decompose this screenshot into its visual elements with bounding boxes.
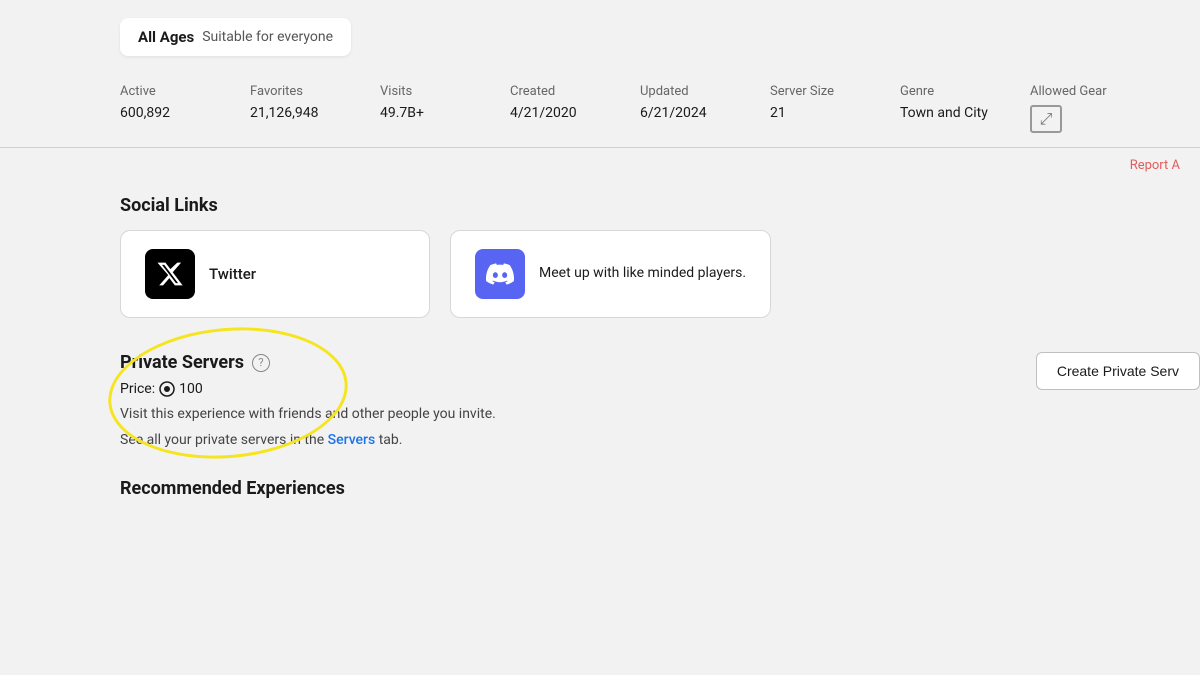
price-label: Price: xyxy=(120,381,155,397)
age-badge: All Ages Suitable for everyone xyxy=(120,18,351,56)
stat-updated: Updated 6/21/2024 xyxy=(640,84,740,133)
stat-header-allowed-gear: Allowed Gear xyxy=(1030,84,1130,99)
twitter-label: Twitter xyxy=(209,265,256,283)
report-section: Report A xyxy=(0,148,1200,179)
stat-header-created: Created xyxy=(510,84,610,99)
stat-header-genre: Genre xyxy=(900,84,1000,99)
private-servers-desc-line2: See all your private servers in the Serv… xyxy=(120,429,1080,451)
stat-genre: Genre Town and City xyxy=(900,84,1000,133)
stat-header-server-size: Server Size xyxy=(770,84,870,99)
report-link[interactable]: Report A xyxy=(1130,158,1180,173)
stats-section: Active 600,892 Favorites 21,126,948 Visi… xyxy=(0,70,1200,148)
discord-card[interactable]: Meet up with like minded players. xyxy=(450,230,771,318)
stat-allowed-gear: Allowed Gear ⤢ xyxy=(1030,84,1130,133)
twitter-card[interactable]: Twitter xyxy=(120,230,430,318)
social-section: Social Links Twitter Meet up with like xyxy=(0,179,1200,334)
expand-icon: ⤢ xyxy=(1040,111,1053,127)
stat-header-updated: Updated xyxy=(640,84,740,99)
create-private-server-button[interactable]: Create Private Serv xyxy=(1036,352,1200,390)
stat-header-favorites: Favorites xyxy=(250,84,350,99)
stat-value-active: 600,892 xyxy=(120,105,220,121)
social-links-title: Social Links xyxy=(120,195,1080,216)
age-label: All Ages xyxy=(138,28,194,46)
private-servers-desc-line1: Visit this experience with friends and o… xyxy=(120,403,1080,425)
stat-header-active: Active xyxy=(120,84,220,99)
stat-value-favorites: 21,126,948 xyxy=(250,105,350,121)
stat-value-created: 4/21/2020 xyxy=(510,105,610,121)
private-servers-section: Private Servers ? Price: 100 Visit this … xyxy=(0,334,1200,452)
age-description: Suitable for everyone xyxy=(202,29,333,45)
recommended-title: Recommended Experiences xyxy=(0,456,1200,499)
twitter-icon xyxy=(145,249,195,299)
help-icon[interactable]: ? xyxy=(252,354,270,372)
stat-active: Active 600,892 xyxy=(120,84,220,133)
discord-icon xyxy=(475,249,525,299)
price-row: Price: 100 xyxy=(120,381,1080,397)
discord-description: Meet up with like minded players. xyxy=(539,264,746,284)
stat-visits: Visits 49.7B+ xyxy=(380,84,480,133)
stat-favorites: Favorites 21,126,948 xyxy=(250,84,350,133)
age-section: All Ages Suitable for everyone xyxy=(0,0,1200,70)
servers-tab-link[interactable]: Servers xyxy=(328,432,376,448)
stat-header-visits: Visits xyxy=(380,84,480,99)
price-value: 100 xyxy=(179,381,203,397)
create-private-server-wrap: Create Private Serv xyxy=(1036,352,1200,390)
stat-value-updated: 6/21/2024 xyxy=(640,105,740,121)
private-servers-header: Private Servers ? xyxy=(120,352,1080,373)
stat-created: Created 4/21/2020 xyxy=(510,84,610,133)
robux-icon xyxy=(159,381,175,397)
stat-server-size: Server Size 21 xyxy=(770,84,870,133)
stat-value-visits: 49.7B+ xyxy=(380,105,480,121)
stat-value-server-size: 21 xyxy=(770,105,870,121)
private-servers-title: Private Servers xyxy=(120,352,244,373)
social-links-row: Twitter Meet up with like minded players… xyxy=(120,230,1080,318)
page-container: All Ages Suitable for everyone Active 60… xyxy=(0,0,1200,675)
stat-value-genre: Town and City xyxy=(900,105,1000,121)
help-icon-label: ? xyxy=(258,356,263,369)
allowed-gear-box[interactable]: ⤢ xyxy=(1030,105,1062,133)
